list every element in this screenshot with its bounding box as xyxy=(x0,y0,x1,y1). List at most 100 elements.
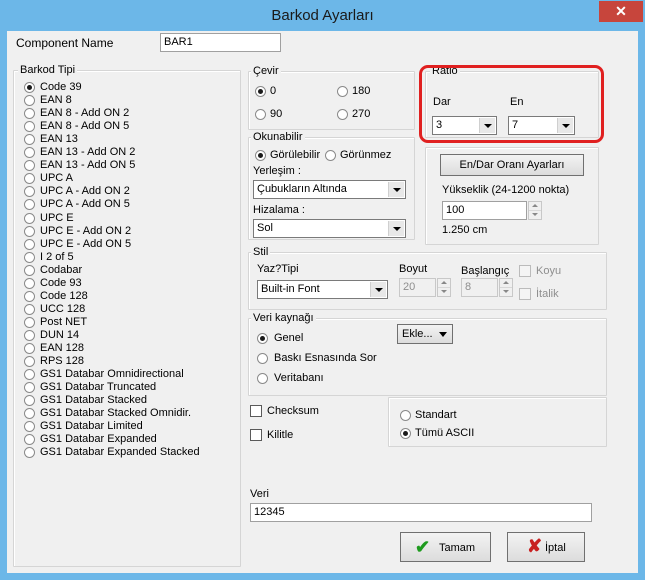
ekle-button[interactable]: Ekle... xyxy=(397,324,453,344)
veri-kaynagi-title: Veri kaynağı xyxy=(251,312,316,324)
barcode-type-label: RPS 128 xyxy=(40,355,85,368)
barcode-type-radio[interactable] xyxy=(24,447,35,459)
gorulebilir-radio[interactable] xyxy=(255,150,266,161)
spin-down-icon[interactable] xyxy=(500,288,512,296)
yukseklik-input[interactable]: 100 xyxy=(442,201,527,220)
okunabilir-title: Okunabilir xyxy=(251,131,305,143)
chevron-down-icon[interactable] xyxy=(370,282,386,297)
kilitle-checkbox[interactable] xyxy=(250,429,262,441)
tamam-button[interactable]: ✔ Tamam xyxy=(400,532,491,562)
veritabani-label: Veritabanı xyxy=(274,372,324,384)
standart-radio[interactable] xyxy=(400,410,411,421)
spin-up-icon[interactable] xyxy=(500,279,512,288)
barcode-type-label: Code 128 xyxy=(40,289,88,302)
koyu-checkbox[interactable] xyxy=(519,265,531,277)
baslangic-spinner[interactable] xyxy=(499,278,513,297)
veritabani-radio[interactable] xyxy=(257,373,268,384)
chevron-down-icon[interactable] xyxy=(388,182,404,197)
barcode-type-label: DUN 14 xyxy=(40,328,80,341)
italik-checkbox[interactable] xyxy=(519,288,531,300)
barcode-type-radio[interactable] xyxy=(24,212,35,224)
close-button[interactable]: ✕ xyxy=(599,1,643,22)
stil-title: Stil xyxy=(251,246,271,258)
barcode-type-radio[interactable] xyxy=(24,173,35,185)
barcode-type-radio[interactable] xyxy=(24,199,35,211)
barcode-type-label: UPC E - Add ON 5 xyxy=(40,237,132,250)
cevir-180-label: 180 xyxy=(352,85,371,97)
yazi-tipi-select[interactable]: Built-in Font xyxy=(257,280,388,299)
barcode-type-radio[interactable] xyxy=(24,251,35,263)
spin-up-icon[interactable] xyxy=(438,279,450,288)
cevir-title: Çevir xyxy=(251,65,281,77)
cevir-90-radio[interactable] xyxy=(255,109,266,120)
boyut-spinner[interactable] xyxy=(437,278,451,297)
spin-up-icon[interactable] xyxy=(529,202,541,211)
barcode-type-radio[interactable] xyxy=(24,408,35,420)
yazi-tipi-label: Yaz?Tipi xyxy=(257,263,299,275)
barcode-type-label: UPC E - Add ON 2 xyxy=(40,224,132,237)
barcode-type-radio[interactable] xyxy=(24,134,35,146)
standart-label: Standart xyxy=(415,409,457,421)
spin-down-icon[interactable] xyxy=(529,211,541,219)
yerlesim-value: Çubukların Altında xyxy=(257,183,347,195)
hizalama-label: Hizalama : xyxy=(253,204,305,216)
veri-input[interactable]: 12345 xyxy=(250,503,592,522)
baski-radio[interactable] xyxy=(257,353,268,364)
checksum-checkbox[interactable] xyxy=(250,405,262,417)
barcode-type-label: Code 39 xyxy=(40,81,82,93)
en-dar-ayarlari-button[interactable]: En/Dar Oranı Ayarları xyxy=(440,154,584,176)
barcode-type-radio[interactable] xyxy=(24,225,35,237)
cevir-270-radio[interactable] xyxy=(337,109,348,120)
spin-down-icon[interactable] xyxy=(438,288,450,296)
barcode-type-radio[interactable] xyxy=(24,277,35,289)
chevron-down-icon[interactable] xyxy=(388,221,404,236)
cevir-180-radio[interactable] xyxy=(337,86,348,97)
barcode-type-radio[interactable] xyxy=(24,316,35,328)
yerlesim-label: Yerleşim : xyxy=(253,165,301,177)
barcode-type-radio[interactable] xyxy=(24,160,35,172)
barcode-type-radio[interactable] xyxy=(24,82,35,93)
barcode-type-label: GS1 Databar Expanded Stacked xyxy=(40,446,200,459)
yerlesim-select[interactable]: Çubukların Altında xyxy=(253,180,406,199)
barcode-type-radio[interactable] xyxy=(24,238,35,250)
cevir-0-radio[interactable] xyxy=(255,86,266,97)
barcode-type-radio[interactable] xyxy=(24,382,35,394)
barcode-type-radio[interactable] xyxy=(24,303,35,315)
tumu-ascii-label: Tümü ASCII xyxy=(415,427,475,439)
barcode-type-radio[interactable] xyxy=(24,395,35,407)
koyu-label: Koyu xyxy=(536,265,562,277)
component-name-input[interactable]: BAR1 xyxy=(160,33,281,52)
tumu-ascii-radio[interactable] xyxy=(400,428,411,439)
barcode-type-label: GS1 Databar Omnidirectional xyxy=(40,368,184,381)
barcode-type-radio[interactable] xyxy=(24,329,35,341)
yukseklik-cm: 1.250 cm xyxy=(442,224,488,236)
hizalama-select[interactable]: Sol xyxy=(253,219,406,238)
barcode-type-label: EAN 128 xyxy=(40,342,85,354)
barcode-type-radio[interactable] xyxy=(24,108,35,120)
barcode-type-radio[interactable] xyxy=(24,434,35,446)
barcode-type-radio[interactable] xyxy=(24,290,35,302)
barcode-type-radio[interactable] xyxy=(24,95,35,107)
barcode-type-label: UPC A - Add ON 5 xyxy=(40,198,130,211)
barcode-type-label: I 2 of 5 xyxy=(40,250,74,263)
ascii-group: Standart Tümü ASCII xyxy=(388,397,607,447)
barcode-type-radio[interactable] xyxy=(24,356,35,368)
baslangic-input[interactable]: 8 xyxy=(461,278,498,297)
yukseklik-spinner[interactable] xyxy=(528,201,542,220)
barcode-type-radio[interactable] xyxy=(24,186,35,198)
barcode-type-label: GS1 Databar Expanded xyxy=(40,433,157,446)
barcode-type-radio[interactable] xyxy=(24,421,35,433)
iptal-button[interactable]: ✘ İptal xyxy=(507,532,585,562)
boyut-input[interactable]: 20 xyxy=(399,278,436,297)
barcode-type-radio[interactable] xyxy=(24,369,35,381)
barcode-type-radio[interactable] xyxy=(24,121,35,133)
gorulmez-radio[interactable] xyxy=(325,150,336,161)
barcode-type-radio[interactable] xyxy=(24,343,35,354)
genel-radio[interactable] xyxy=(257,333,268,344)
barcode-type-list: Code 39 EAN 8 EAN 8 - Add ON 2 EAN 8 - Add … xyxy=(24,81,234,471)
barcode-type-radio[interactable] xyxy=(24,147,35,159)
barcode-type-radio[interactable] xyxy=(24,264,35,276)
barcode-type-label: GS1 Databar Stacked Omnidir. xyxy=(40,407,192,420)
barcode-type-label: UPC A - Add ON 2 xyxy=(40,185,130,198)
cevir-270-label: 270 xyxy=(352,108,371,120)
